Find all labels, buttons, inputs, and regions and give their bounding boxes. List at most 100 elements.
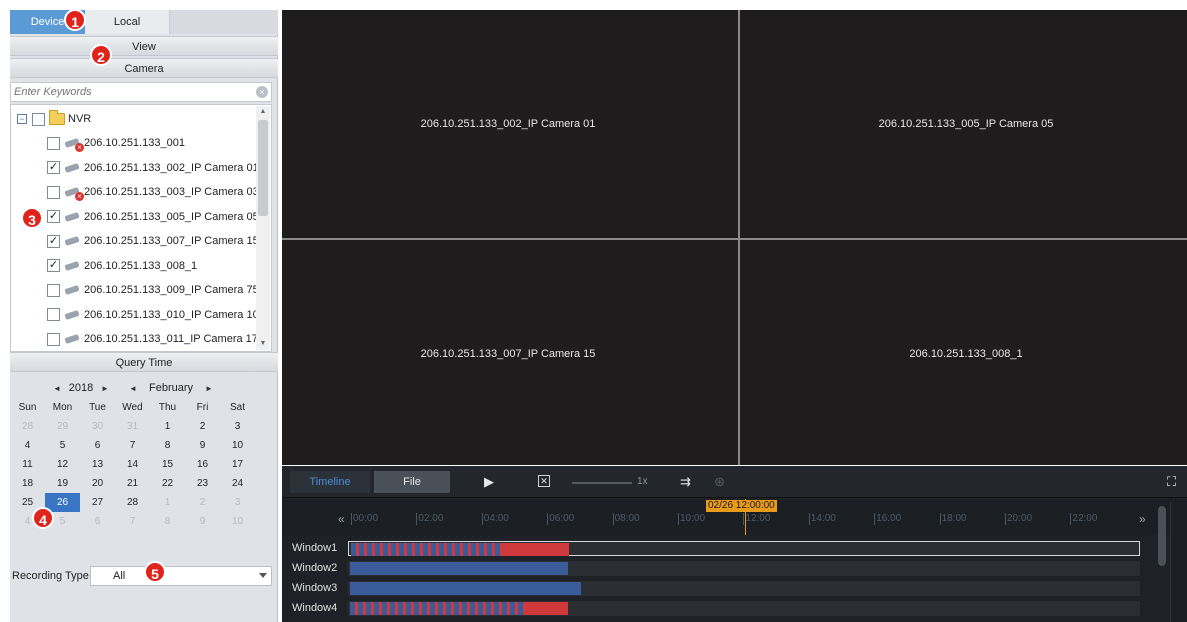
view-section-bar[interactable]: View — [10, 36, 278, 56]
tree-item-camera[interactable]: 206.10.251.133_001 — [47, 135, 185, 152]
time-ruler[interactable]: « » 00:00 02:00 04:00 06:00 08:00 10:00 12:00 1… — [282, 499, 1187, 535]
calendar-day[interactable]: 9 — [185, 512, 220, 531]
tree-scrollbar[interactable]: ▲ ▼ — [256, 106, 270, 350]
calendar-day[interactable]: 28 — [115, 493, 150, 512]
calendar-day[interactable]: 7 — [115, 512, 150, 531]
calendar-day[interactable]: 12 — [45, 455, 80, 474]
camera-checkbox[interactable] — [47, 332, 60, 346]
calendar-day[interactable]: 14 — [115, 455, 150, 474]
scroll-left-icon[interactable]: « — [338, 512, 345, 526]
scroll-right-icon[interactable]: » — [1139, 512, 1146, 526]
calendar-day[interactable]: 28 — [10, 417, 45, 436]
calendar-day[interactable]: 15 — [150, 455, 185, 474]
window-track-row[interactable]: Window3 — [282, 581, 1162, 597]
clear-icon[interactable]: × — [256, 86, 268, 98]
calendar-day[interactable]: 18 — [10, 474, 45, 493]
calendar-day[interactable]: 6 — [80, 512, 115, 531]
calendar-day[interactable]: 27 — [80, 493, 115, 512]
recording-track[interactable] — [348, 541, 1140, 556]
calendar-day[interactable]: 11 — [10, 455, 45, 474]
calendar-day[interactable]: 17 — [220, 455, 255, 474]
camera-checkbox[interactable] — [47, 308, 60, 321]
calendar-day[interactable]: 22 — [150, 474, 185, 493]
camera-checkbox[interactable] — [47, 185, 60, 199]
calendar-day[interactable]: 5 — [45, 436, 80, 455]
scroll-down-icon[interactable]: ▼ — [258, 339, 268, 349]
calendar-day[interactable]: 2 — [185, 493, 220, 512]
calendar-day[interactable]: 10 — [220, 436, 255, 455]
calendar-day[interactable]: 23 — [185, 474, 220, 493]
calendar-day[interactable]: 21 — [115, 474, 150, 493]
chevron-down-icon[interactable] — [259, 573, 267, 578]
tab-file[interactable]: File — [374, 471, 450, 493]
camera-checkbox[interactable]: ✓ — [47, 210, 60, 223]
camera-section-bar[interactable]: Camera — [10, 58, 278, 78]
window-track-row[interactable]: Window2 — [282, 561, 1162, 577]
window-track-row[interactable]: Window1 — [282, 541, 1162, 557]
tree-item-camera[interactable]: ✓ 206.10.251.133_005_IP Camera 05 — [47, 209, 259, 225]
prev-year-icon[interactable]: ◄ — [52, 384, 62, 393]
calendar-day[interactable]: 8 — [150, 512, 185, 531]
collapse-icon[interactable]: − — [17, 114, 27, 124]
fullscreen-icon[interactable]: ⛶ — [1167, 475, 1176, 489]
calendar-day[interactable]: 24 — [220, 474, 255, 493]
recording-type-select[interactable]: All — [90, 566, 272, 586]
speed-slider[interactable] — [572, 482, 632, 484]
video-window-1[interactable]: 206.10.251.133_002_IP Camera 01 — [282, 10, 734, 237]
recording-track[interactable] — [348, 581, 1140, 596]
calendar-day[interactable]: 1 — [150, 417, 185, 436]
play-icon[interactable]: ▶ — [484, 475, 494, 489]
calendar-day[interactable]: 31 — [115, 417, 150, 436]
tree-item-camera[interactable]: 206.10.251.133_003_IP Camera 03 — [47, 184, 259, 201]
calendar-day[interactable]: 3 — [220, 417, 255, 436]
calendar-day[interactable]: 7 — [115, 436, 150, 455]
calendar-day[interactable]: 19 — [45, 474, 80, 493]
camera-checkbox[interactable]: ✓ — [47, 234, 60, 248]
camera-checkbox[interactable] — [47, 283, 60, 297]
search-input[interactable] — [11, 83, 241, 101]
calendar-day[interactable]: 13 — [80, 455, 115, 474]
calendar-day[interactable]: 8 — [150, 436, 185, 455]
calendar-day[interactable]: 29 — [45, 417, 80, 436]
root-checkbox[interactable] — [32, 112, 45, 126]
camera-checkbox[interactable]: ✓ — [47, 161, 60, 174]
scroll-thumb[interactable] — [258, 120, 268, 216]
calendar-day[interactable]: 9 — [185, 436, 220, 455]
tree-item-camera[interactable]: 206.10.251.133_010_IP Camera 10 — [47, 307, 259, 323]
next-month-icon[interactable]: ► — [204, 384, 214, 393]
calendar-day[interactable]: 4 — [10, 436, 45, 455]
camera-checkbox[interactable] — [47, 136, 60, 150]
clip-icon[interactable]: ✕ — [538, 475, 550, 487]
tree-item-camera[interactable]: ✓ 206.10.251.133_007_IP Camera 15 — [47, 233, 259, 249]
tree-item-camera[interactable]: 206.10.251.133_011_IP Camera 17 — [47, 331, 258, 347]
calendar-day[interactable]: 10 — [220, 512, 255, 531]
tree-item-camera[interactable]: 206.10.251.133_009_IP Camera 75 — [47, 282, 259, 298]
calendar-day[interactable]: 2 — [185, 417, 220, 436]
calendar-day[interactable]: 6 — [80, 436, 115, 455]
video-window-4[interactable]: 206.10.251.133_008_1 — [740, 240, 1187, 467]
prev-month-icon[interactable]: ◄ — [128, 384, 138, 393]
next-year-icon[interactable]: ► — [100, 384, 110, 393]
calendar-day[interactable]: 20 — [80, 474, 115, 493]
video-window-2[interactable]: 206.10.251.133_005_IP Camera 05 — [740, 10, 1187, 237]
window-track-row[interactable]: Window4 — [282, 601, 1162, 617]
calendar-day[interactable]: 1 — [150, 493, 185, 512]
tab-timeline[interactable]: Timeline — [290, 471, 370, 493]
camera-checkbox[interactable]: ✓ — [47, 259, 60, 272]
timeline-scrollbar[interactable] — [1158, 506, 1166, 566]
video-window-3[interactable]: 206.10.251.133_007_IP Camera 15 — [282, 240, 734, 467]
recording-track[interactable] — [348, 601, 1140, 616]
scroll-up-icon[interactable]: ▲ — [258, 107, 268, 117]
tree-root-nvr[interactable]: − NVR — [17, 110, 91, 127]
tab-local[interactable]: Local — [85, 10, 170, 34]
search-icon[interactable]: ⊛ — [714, 475, 725, 489]
zoom-panel[interactable] — [1170, 502, 1187, 622]
tree-item-camera[interactable]: ✓ 206.10.251.133_002_IP Camera 01 — [47, 160, 259, 176]
calendar-day[interactable]: 16 — [185, 455, 220, 474]
sync-icon[interactable]: ⇉ — [680, 475, 691, 489]
camera-offline-icon — [64, 187, 84, 201]
calendar-day[interactable]: 30 — [80, 417, 115, 436]
tree-item-camera[interactable]: ✓ 206.10.251.133_008_1 — [47, 258, 197, 274]
calendar-day[interactable]: 3 — [220, 493, 255, 512]
recording-track[interactable] — [348, 561, 1140, 576]
